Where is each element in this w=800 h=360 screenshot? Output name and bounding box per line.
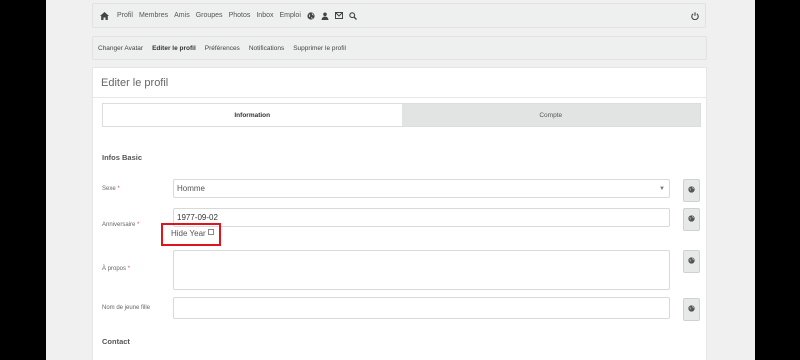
subnav-changer-avatar[interactable]: Changer Avatar (98, 45, 143, 52)
nav-item-inbox[interactable]: Inbox (256, 12, 273, 19)
nav-item-photos[interactable]: Photos (229, 12, 251, 19)
globe-icon (688, 257, 695, 266)
top-navbar: Profil Membres Amis Groupes Photos Inbox… (92, 3, 706, 28)
nom-jeune-fille-input[interactable] (173, 297, 670, 319)
apropos-label: À propos * (102, 266, 131, 272)
subnav-editer-profil[interactable]: Editer le profil (152, 45, 196, 52)
mail-icon[interactable] (334, 12, 343, 19)
subnav-preferences[interactable]: Préférences (205, 45, 240, 52)
sexe-label: Sexe * (102, 186, 120, 192)
hide-year-checkbox[interactable] (207, 228, 214, 235)
nav-item-groupes[interactable]: Groupes (196, 12, 223, 19)
chevron-down-icon: ▼ (659, 186, 665, 192)
sexe-select[interactable]: Homme ▼ (173, 179, 670, 198)
edit-profile-panel: Editer le profil Information Compte Info… (92, 67, 707, 360)
nav-item-profil[interactable]: Profil (117, 12, 133, 19)
apropos-textarea[interactable] (173, 250, 670, 290)
nav-item-amis[interactable]: Amis (174, 12, 190, 19)
privacy-button-sexe[interactable] (683, 179, 700, 202)
hide-year-label: Hide Year (171, 229, 206, 238)
power-icon[interactable] (691, 12, 699, 22)
user-add-icon[interactable] (321, 12, 329, 20)
subnav-notifications[interactable]: Notifications (249, 45, 284, 52)
home-icon[interactable] (100, 12, 109, 22)
globe-icon (688, 215, 695, 224)
anniversaire-input[interactable]: 1977-09-02 (173, 208, 670, 227)
section-contact: Contact (102, 337, 130, 346)
privacy-button-anniversaire[interactable] (683, 208, 700, 231)
anniversaire-value: 1977-09-02 (177, 213, 218, 222)
privacy-button-apropos[interactable] (683, 250, 700, 273)
divider (93, 97, 706, 98)
privacy-button-nom-jeune-fille[interactable] (683, 298, 700, 321)
subnav-supprimer-profil[interactable]: Supprimer le profil (293, 45, 346, 52)
hide-year-control: Hide Year (171, 228, 214, 238)
profile-tabs: Information Compte (102, 103, 701, 127)
profile-subnav: Changer Avatar Editer le profil Préféren… (92, 36, 707, 60)
nav-item-membres[interactable]: Membres (139, 12, 168, 19)
anniversaire-label: Anniversaire * (102, 222, 140, 228)
globe-icon (688, 305, 695, 314)
tab-compte[interactable]: Compte (401, 104, 700, 126)
nav-item-emploi[interactable]: Emploi (279, 12, 300, 19)
section-infos-basic: Infos Basic (102, 153, 143, 162)
nom-jeune-fille-label: Nom de jeune fille (102, 305, 151, 311)
globe-icon (688, 186, 695, 195)
sexe-value: Homme (177, 184, 206, 193)
globe-icon[interactable] (307, 11, 315, 20)
tab-information[interactable]: Information (103, 104, 402, 126)
search-icon[interactable] (349, 11, 357, 20)
page-title: Editer le profil (101, 77, 169, 89)
